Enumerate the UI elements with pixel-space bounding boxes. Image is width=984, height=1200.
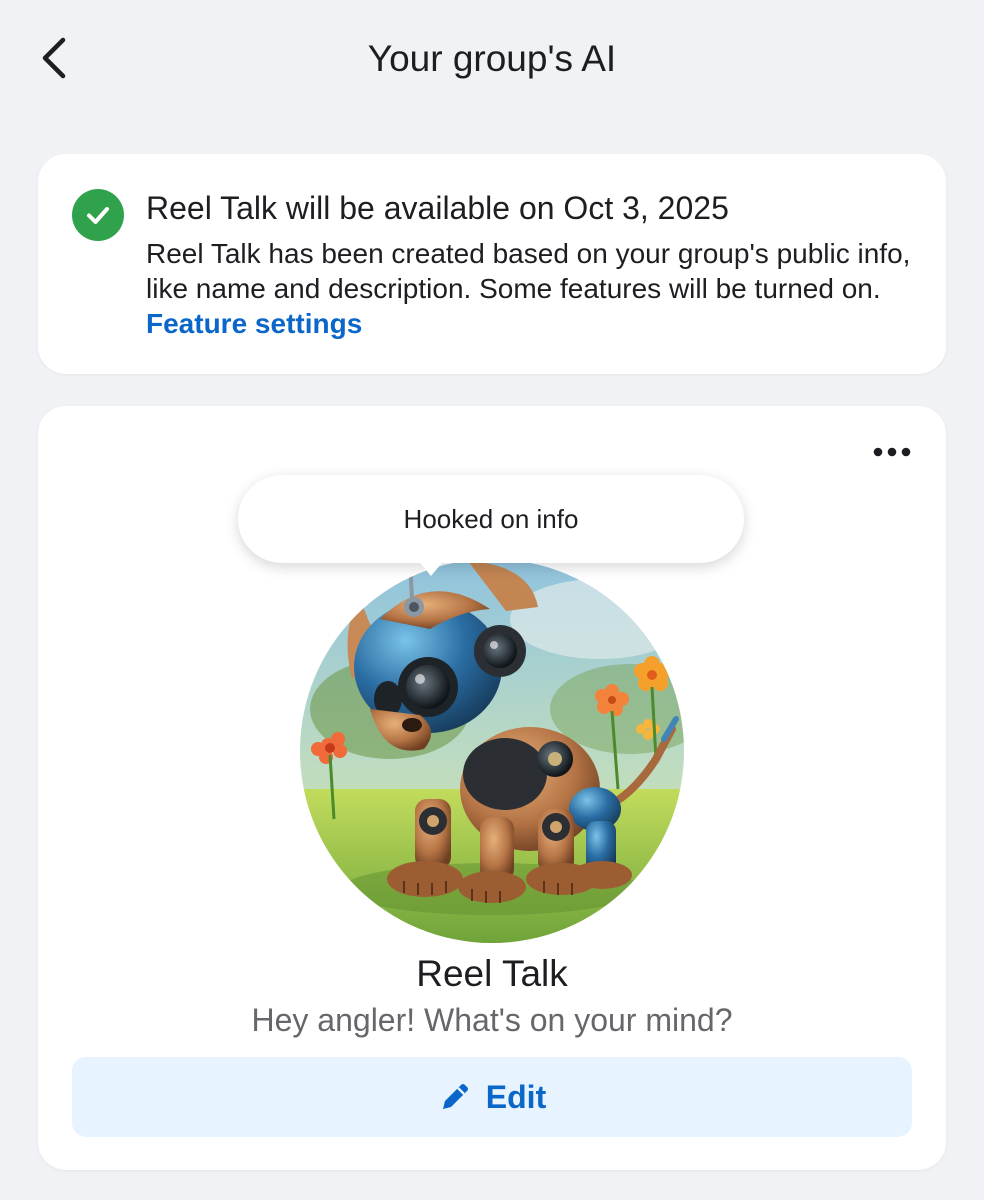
ai-tagline-bubble: Hooked on info <box>238 475 744 563</box>
pencil-icon <box>442 1084 468 1109</box>
ai-name: Reel Talk <box>416 953 568 994</box>
notice-body: Reel Talk has been created based on your… <box>146 236 926 341</box>
header-bar: Your group's AI <box>0 0 984 120</box>
ai-profile-card: Hooked on info Reel Talk Hey angler! Wha… <box>38 406 946 1170</box>
more-options-button[interactable] <box>868 434 916 470</box>
ai-avatar-image <box>300 559 684 943</box>
bubble-tail <box>416 558 446 576</box>
edit-button-label: Edit <box>485 1078 547 1115</box>
more-horizontal-icon <box>873 447 911 457</box>
ai-greeting: Hey angler! What's on your mind? <box>251 1002 733 1038</box>
notice-title: Reel Talk will be available on Oct 3, 20… <box>146 190 729 226</box>
page-title: Your group's AI <box>367 38 617 79</box>
edit-button[interactable]: Edit <box>72 1057 912 1137</box>
feature-settings-link[interactable]: Feature settings <box>146 308 362 339</box>
notice-body-text: Reel Talk has been created based on your… <box>146 238 911 304</box>
availability-notice-card: Reel Talk will be available on Oct 3, 20… <box>38 154 946 374</box>
check-circle-icon <box>72 189 124 241</box>
robot-dog-avatar <box>300 559 684 943</box>
